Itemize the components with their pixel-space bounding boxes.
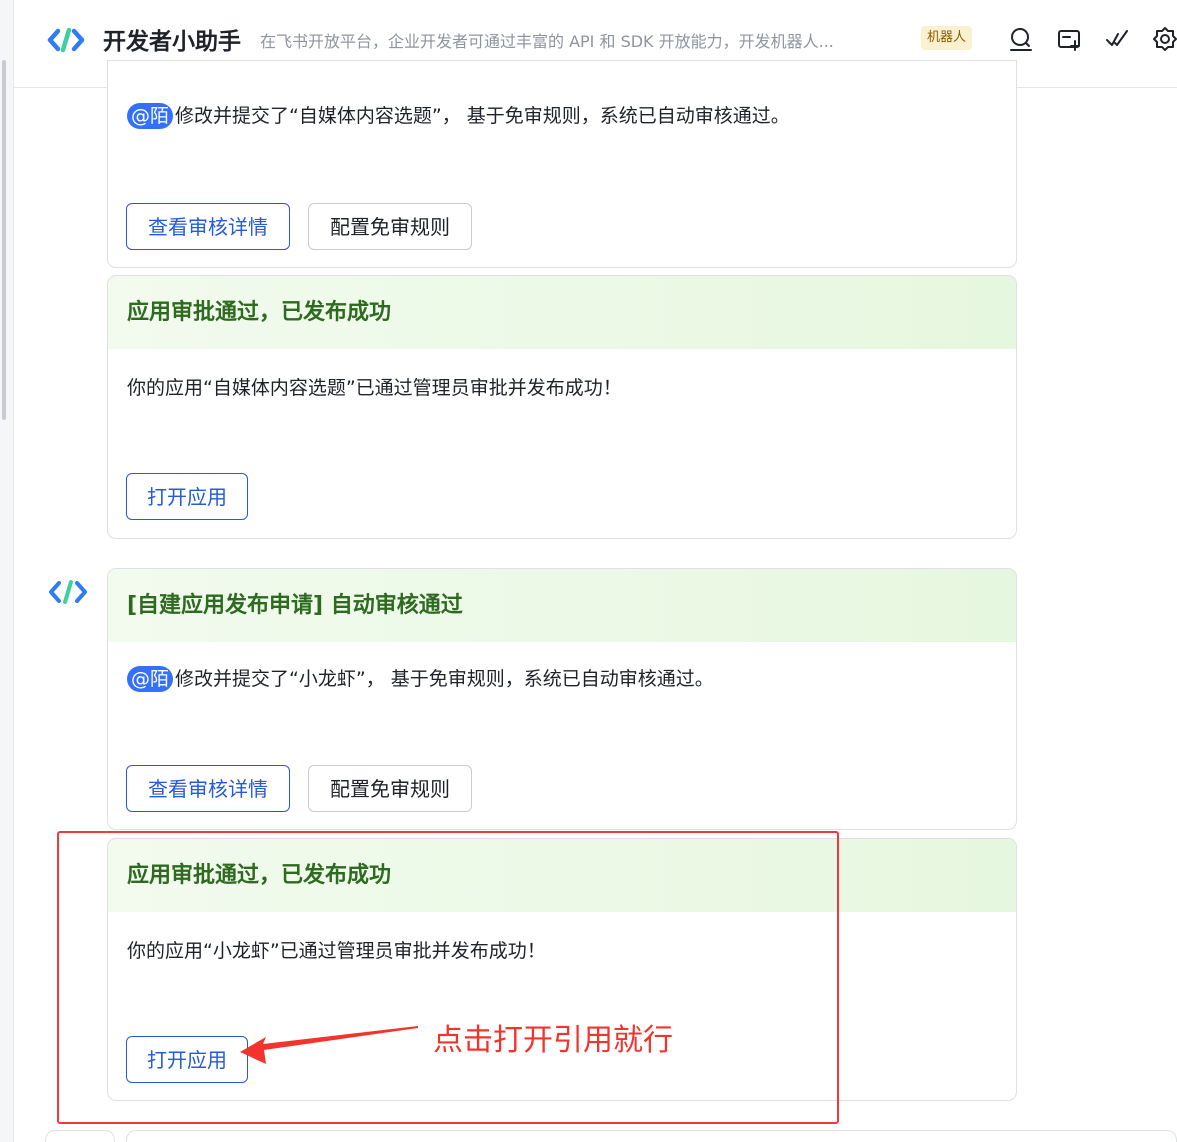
done-icon[interactable] xyxy=(1104,26,1130,52)
message-card-auto-approve-2: [自建应用发布申请] 自动审核通过 @陌 修改并提交了“小龙虾”， 基于免审规则，… xyxy=(107,568,1017,830)
side-scrollbar[interactable] xyxy=(0,0,14,1142)
create-group-icon[interactable] xyxy=(1056,26,1082,52)
configure-exemption-rules-button[interactable]: 配置免审规则 xyxy=(308,765,472,812)
bot-tag: 机器人 xyxy=(921,26,973,50)
configure-exemption-rules-button[interactable]: 配置免审规则 xyxy=(308,203,472,250)
card-body: @陌 修改并提交了“自媒体内容选题”， 基于免审规则，系统已自动审核通过。 xyxy=(127,101,790,129)
highlight-box xyxy=(57,831,839,1124)
annotation-text: 点击打开引用就行 xyxy=(433,1023,673,1058)
card-body: 你的应用“自媒体内容选题”已通过管理员审批并发布成功！ xyxy=(127,377,622,399)
message-card-auto-approve-1: @陌 修改并提交了“自媒体内容选题”， 基于免审规则，系统已自动审核通过。 查看审… xyxy=(107,60,1017,268)
chat-window: 开发者小助手 在飞书开放平台，企业开发者可通过丰富的 API 和 SDK 开放能… xyxy=(0,0,1177,1142)
card-title: [自建应用发布申请] 自动审核通过 xyxy=(108,569,1016,642)
card-body: @陌 修改并提交了“小龙虾”， 基于免审规则，系统已自动审核通过。 xyxy=(127,664,714,692)
next-message-edge xyxy=(126,1130,1177,1142)
settings-icon[interactable] xyxy=(1152,26,1177,52)
chat-title: 开发者小助手 xyxy=(103,29,241,55)
logo-icon xyxy=(47,21,85,59)
mention-user[interactable]: @陌 xyxy=(127,103,174,129)
pointer-arrow-icon xyxy=(240,1026,418,1064)
message-card-publish-success-1: 应用审批通过，已发布成功 你的应用“自媒体内容选题”已通过管理员审批并发布成功！… xyxy=(107,275,1017,539)
mention-user[interactable]: @陌 xyxy=(127,666,174,692)
card-title: 应用审批通过，已发布成功 xyxy=(108,276,1016,349)
open-app-button[interactable]: 打开应用 xyxy=(126,473,248,520)
view-review-details-button[interactable]: 查看审核详情 xyxy=(126,203,290,250)
chat-description: 在飞书开放平台，企业开发者可通过丰富的 API 和 SDK 开放能力，开发机器人… xyxy=(260,32,834,51)
next-avatar-edge xyxy=(45,1130,115,1142)
scrollbar-thumb[interactable] xyxy=(2,60,6,420)
search-icon[interactable] xyxy=(1008,26,1034,52)
view-review-details-button[interactable]: 查看审核详情 xyxy=(126,765,290,812)
bot-avatar-icon[interactable] xyxy=(47,577,89,607)
